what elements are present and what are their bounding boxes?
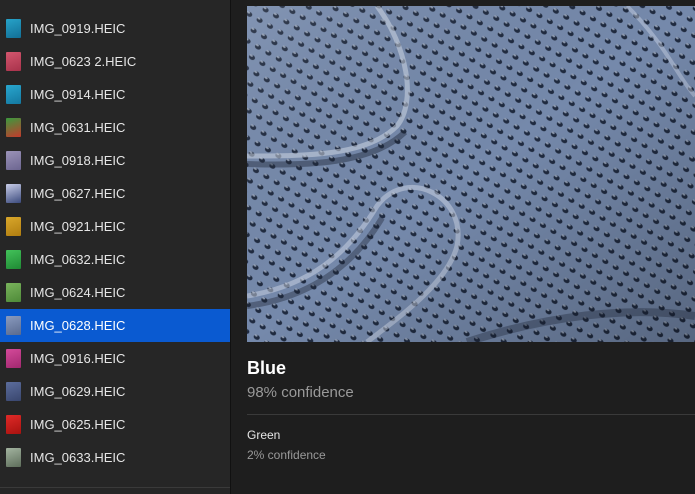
detail-pane: Blue 98% confidence Green 2% confidence [231,0,695,494]
secondary-classification-label: Green [247,428,281,442]
file-list-item[interactable]: IMG_0919.HEIC [0,12,230,45]
file-name-label: IMG_0916.HEIC [30,351,126,366]
file-name-label: IMG_0624.HEIC [30,285,126,300]
file-name-label: IMG_0629.HEIC [30,384,126,399]
image-thumbnail-icon [6,448,21,467]
image-preview [247,6,695,342]
file-name-label: IMG_0627.HEIC [30,186,126,201]
file-name-label: IMG_0633.HEIC [30,450,126,465]
image-thumbnail-icon [6,349,21,368]
fabric-image [247,6,695,342]
image-thumbnail-icon [6,19,21,38]
file-list-item[interactable]: IMG_0627.HEIC [0,177,230,210]
file-name-label: IMG_0625.HEIC [30,417,126,432]
sidebar-divider [0,487,230,488]
file-list-item[interactable]: IMG_0625.HEIC [0,408,230,441]
file-list-item[interactable]: IMG_0631.HEIC [0,111,230,144]
file-list: IMG_0919.HEIC IMG_0623 2.HEIC IMG_0914.HEI… [0,12,230,474]
file-list-item[interactable]: IMG_0916.HEIC [0,342,230,375]
image-thumbnail-icon [6,52,21,71]
file-name-label: IMG_0632.HEIC [30,252,126,267]
file-list-item[interactable]: IMG_0914.HEIC [0,78,230,111]
file-name-label: IMG_0914.HEIC [30,87,126,102]
image-thumbnail-icon [6,85,21,104]
image-thumbnail-icon [6,217,21,236]
image-thumbnail-icon [6,283,21,302]
file-list-item[interactable]: IMG_0629.HEIC [0,375,230,408]
secondary-confidence-text: 2% confidence [247,448,326,462]
image-thumbnail-icon [6,250,21,269]
image-thumbnail-icon [6,184,21,203]
file-list-item[interactable]: IMG_0918.HEIC [0,144,230,177]
file-list-item[interactable]: IMG_0632.HEIC [0,243,230,276]
file-list-item[interactable]: IMG_0623 2.HEIC [0,45,230,78]
file-name-label: IMG_0631.HEIC [30,120,126,135]
file-name-label: IMG_0628.HEIC [30,318,126,333]
image-thumbnail-icon [6,151,21,170]
file-list-item[interactable]: IMG_0633.HEIC [0,441,230,474]
image-thumbnail-icon [6,316,21,335]
file-list-item[interactable]: IMG_0628.HEIC [0,309,230,342]
image-thumbnail-icon [6,415,21,434]
file-sidebar: IMG_0919.HEIC IMG_0623 2.HEIC IMG_0914.HEI… [0,0,230,494]
file-name-label: IMG_0623 2.HEIC [30,54,137,69]
primary-classification-label: Blue [247,358,287,378]
file-list-item[interactable]: IMG_0624.HEIC [0,276,230,309]
file-name-label: IMG_0919.HEIC [30,21,126,36]
primary-confidence-text: 98% confidence [247,384,354,401]
results-divider [247,414,695,415]
image-thumbnail-icon [6,382,21,401]
file-name-label: IMG_0921.HEIC [30,219,126,234]
image-thumbnail-icon [6,118,21,137]
file-list-item[interactable]: IMG_0921.HEIC [0,210,230,243]
file-name-label: IMG_0918.HEIC [30,153,126,168]
app-window: IMG_0919.HEIC IMG_0623 2.HEIC IMG_0914.HEI… [0,0,695,494]
